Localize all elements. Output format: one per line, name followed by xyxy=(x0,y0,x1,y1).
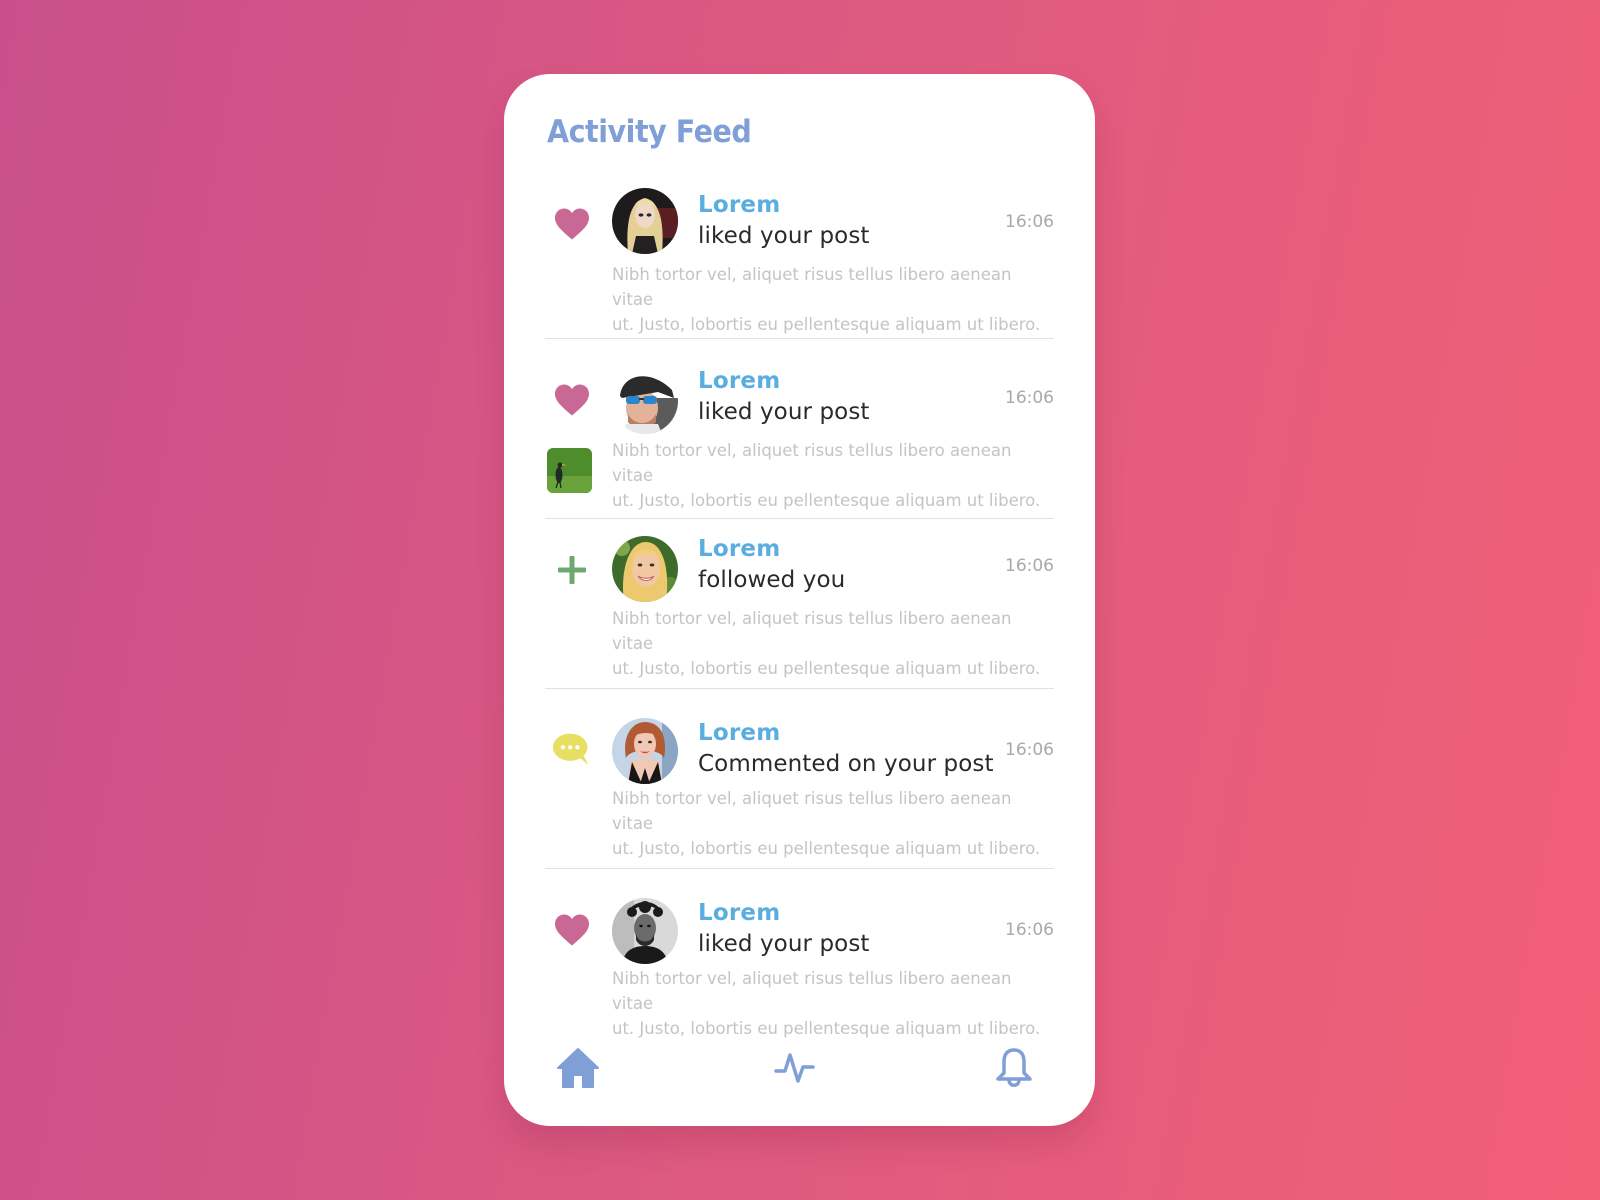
activity-action: liked your post xyxy=(698,223,870,249)
avatar[interactable] xyxy=(612,188,678,254)
divider xyxy=(545,518,1054,519)
description-line: Nibh tortor vel, aliquet risus tellus li… xyxy=(612,265,1012,309)
feed-item[interactable]: Lorem followed you 16:06 Nibh tortor vel… xyxy=(504,530,1095,710)
avatar[interactable] xyxy=(612,898,678,964)
timestamp: 16:06 xyxy=(1005,388,1054,408)
timestamp: 16:06 xyxy=(1005,556,1054,576)
timestamp: 16:06 xyxy=(1005,212,1054,232)
divider xyxy=(545,338,1054,339)
activity-feed-card: Activity Feed Lorem liked your post 16:0… xyxy=(504,74,1095,1126)
activity-icon xyxy=(774,1053,815,1083)
feed-item[interactable]: Lorem liked your post 16:06 Nibh tortor … xyxy=(504,358,1095,538)
avatar[interactable] xyxy=(612,536,678,602)
description-line: ut. Justo, lobortis eu pellentesque aliq… xyxy=(612,659,1041,678)
post-thumbnail[interactable] xyxy=(547,448,592,493)
activity-description: Nibh tortor vel, aliquet risus tellus li… xyxy=(612,262,1052,337)
heart-icon xyxy=(552,910,592,950)
nav-home-button[interactable] xyxy=(553,1043,603,1093)
activity-description: Nibh tortor vel, aliquet risus tellus li… xyxy=(612,438,1052,513)
user-name[interactable]: Lorem xyxy=(698,192,780,218)
description-line: ut. Justo, lobortis eu pellentesque aliq… xyxy=(612,839,1041,858)
heart-icon xyxy=(552,204,592,244)
divider xyxy=(545,688,1054,689)
description-line: Nibh tortor vel, aliquet risus tellus li… xyxy=(612,969,1012,1013)
description-line: ut. Justo, lobortis eu pellentesque aliq… xyxy=(612,315,1041,334)
user-name[interactable]: Lorem xyxy=(698,720,780,746)
bottom-nav xyxy=(504,1031,1095,1126)
timestamp: 16:06 xyxy=(1005,920,1054,940)
activity-action: followed you xyxy=(698,567,846,593)
user-name[interactable]: Lorem xyxy=(698,900,780,926)
heart-icon xyxy=(552,380,592,420)
bell-icon xyxy=(996,1048,1032,1087)
home-icon xyxy=(557,1048,599,1088)
feed-item[interactable]: Lorem Commented on your post 16:06 Nibh … xyxy=(504,710,1095,890)
description-line: Nibh tortor vel, aliquet risus tellus li… xyxy=(612,441,1012,485)
description-line: Nibh tortor vel, aliquet risus tellus li… xyxy=(612,789,1012,833)
activity-action: Commented on your post xyxy=(698,751,994,777)
page-title: Activity Feed xyxy=(547,114,752,150)
nav-activity-button[interactable] xyxy=(770,1043,820,1093)
user-name[interactable]: Lorem xyxy=(698,536,780,562)
activity-action: liked your post xyxy=(698,931,870,957)
timestamp: 16:06 xyxy=(1005,740,1054,760)
activity-description: Nibh tortor vel, aliquet risus tellus li… xyxy=(612,966,1052,1041)
nav-notifications-button[interactable] xyxy=(989,1043,1039,1093)
activity-action: liked your post xyxy=(698,399,870,425)
feed-item[interactable]: Lorem liked your post 16:06 Nibh tortor … xyxy=(504,178,1095,358)
avatar[interactable] xyxy=(612,368,678,434)
user-name[interactable]: Lorem xyxy=(698,368,780,394)
comment-icon xyxy=(552,730,592,770)
description-line: ut. Justo, lobortis eu pellentesque aliq… xyxy=(612,491,1041,510)
avatar[interactable] xyxy=(612,718,678,784)
activity-description: Nibh tortor vel, aliquet risus tellus li… xyxy=(612,786,1052,861)
description-line: Nibh tortor vel, aliquet risus tellus li… xyxy=(612,609,1012,653)
divider xyxy=(545,868,1054,869)
plus-icon xyxy=(552,550,592,590)
activity-description: Nibh tortor vel, aliquet risus tellus li… xyxy=(612,606,1052,681)
